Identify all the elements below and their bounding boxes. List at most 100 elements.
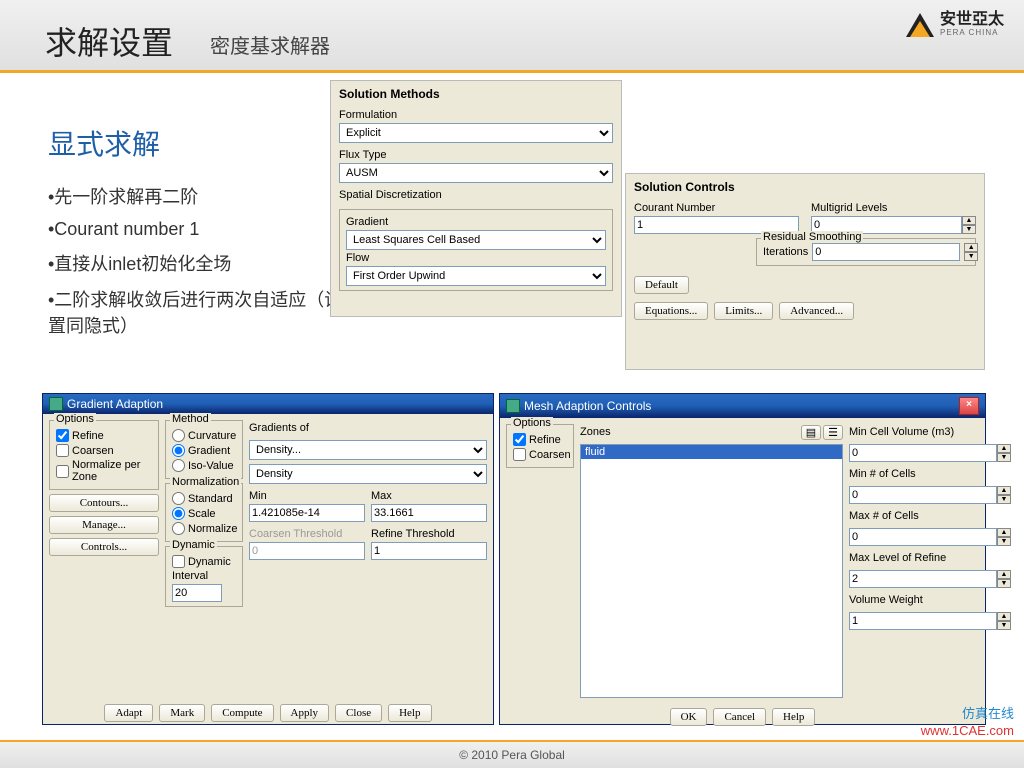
bullet-2: •Courant number 1 [48,219,358,240]
section-heading: 显式求解 [48,123,358,163]
interval-label: Interval [172,570,236,582]
courant-label: Courant Number [634,202,799,214]
normalize-radio[interactable]: Normalize [172,522,236,535]
gradients-select-1[interactable]: Density... [249,440,487,460]
footer: © 2010 Pera Global [0,740,1024,768]
bullet-3: •直接从inlet初始化全场 [48,250,358,276]
ga-options-label: Options [54,413,96,425]
refine-checkbox[interactable]: Refine [56,429,152,442]
normalization-group: Normalization Standard Scale Normalize [165,483,243,542]
gradient-select[interactable]: Least Squares Cell Based [346,230,606,250]
mxc-spin[interactable]: ▲▼ [997,528,1011,546]
ct-label: Coarsen Threshold [249,528,365,540]
cancel-button[interactable]: Cancel [713,708,766,726]
mcv-spin[interactable]: ▲▼ [997,444,1011,462]
watermark: 仿真在线 www.1CAE.com [921,706,1014,740]
controls-button[interactable]: Controls... [49,538,159,556]
close-icon[interactable]: × [959,397,979,415]
vw-input[interactable] [849,612,997,630]
gradient-radio[interactable]: Gradient [172,444,236,457]
mlr-input[interactable] [849,570,997,588]
solution-methods-panel: Solution Methods Formulation Explicit Fl… [330,80,622,317]
ga-options-group: Options Refine Coarsen Normalize per Zon… [49,420,159,490]
iterations-label: Iterations [763,246,808,258]
mac-coarsen-checkbox[interactable]: Coarsen [513,448,567,461]
isovalue-radio[interactable]: Iso-Value [172,459,236,472]
rt-label: Refine Threshold [371,528,487,540]
zones-btn-2[interactable]: ☰ [823,425,843,440]
mcv-input[interactable] [849,444,997,462]
brand-logo: 安世亞太 PERA CHINA [906,12,1004,37]
flux-label: Flux Type [339,149,613,161]
watermark-line1: 仿真在线 [921,706,1014,723]
default-button[interactable]: Default [634,276,689,294]
max-label: Max [371,490,487,502]
min-input[interactable] [249,504,365,522]
contours-button[interactable]: Contours... [49,494,159,512]
slide-header: 求解设置 密度基求解器 安世亞太 PERA CHINA [0,0,1024,73]
zones-btn-1[interactable]: ▤ [801,425,821,440]
interval-input[interactable] [172,584,222,602]
zones-label: Zones [580,426,611,438]
equations-button[interactable]: Equations... [634,302,708,320]
mnc-input[interactable] [849,486,997,504]
rs-label: Residual Smoothing [761,231,863,243]
mg-label: Multigrid Levels [811,202,976,214]
compute-button[interactable]: Compute [211,704,273,722]
mac-title: Mesh Adaption Controls [524,399,651,413]
formulation-label: Formulation [339,109,613,121]
mac-help-button[interactable]: Help [772,708,815,726]
standard-radio[interactable]: Standard [172,492,236,505]
mnc-spin[interactable]: ▲▼ [997,486,1011,504]
norm-label: Normalization [170,476,241,488]
vw-spin[interactable]: ▲▼ [997,612,1011,630]
adapt-button[interactable]: Adapt [104,704,153,722]
help-button[interactable]: Help [388,704,431,722]
watermark-line2: www.1CAE.com [921,723,1014,740]
sm-title: Solution Methods [331,81,621,107]
coarsen-checkbox[interactable]: Coarsen [56,444,152,457]
page-title: 求解设置 [45,18,173,64]
iter-spinner[interactable]: ▲▼ [964,243,978,261]
iterations-input[interactable] [812,243,960,261]
zone-item[interactable]: fluid [581,445,842,459]
mark-button[interactable]: Mark [159,704,205,722]
app-icon [49,397,63,411]
mesh-adaption-dialog: Mesh Adaption Controls × Options Refine … [499,393,986,725]
mxc-label: Max # of Cells [849,510,979,522]
scale-radio[interactable]: Scale [172,507,236,520]
mac-options-label: Options [511,417,553,429]
mg-spinner[interactable]: ▲▼ [962,216,976,234]
formulation-select[interactable]: Explicit [339,123,613,143]
slide-content: 显式求解 •先一阶求解再二阶 •Courant number 1 •直接从inl… [0,73,1024,733]
dynamic-checkbox[interactable]: Dynamic [172,555,236,568]
page-subtitle: 密度基求解器 [210,30,330,59]
ok-button[interactable]: OK [670,708,708,726]
vw-label: Volume Weight [849,594,979,606]
max-input[interactable] [371,504,487,522]
manage-button[interactable]: Manage... [49,516,159,534]
mac-refine-checkbox[interactable]: Refine [513,433,567,446]
app-icon [506,399,520,413]
sd-group: Gradient Least Squares Cell Based Flow F… [339,209,613,291]
advanced-button[interactable]: Advanced... [779,302,854,320]
apply-button[interactable]: Apply [280,704,330,722]
method-label: Method [170,413,211,425]
method-group: Method Curvature Gradient Iso-Value [165,420,243,479]
zones-listbox[interactable]: fluid [580,444,843,698]
flow-select[interactable]: First Order Upwind [346,266,606,286]
rt-input[interactable] [371,542,487,560]
gradient-label: Gradient [346,216,606,228]
close-button[interactable]: Close [335,704,382,722]
mlr-spin[interactable]: ▲▼ [997,570,1011,588]
mxc-input[interactable] [849,528,997,546]
mcv-label: Min Cell Volume (m3) [849,426,979,438]
flux-select[interactable]: AUSM [339,163,613,183]
mac-titlebar: Mesh Adaption Controls × [500,394,985,418]
normalize-checkbox[interactable]: Normalize per Zone [56,459,152,483]
curvature-radio[interactable]: Curvature [172,429,236,442]
limits-button[interactable]: Limits... [714,302,773,320]
sd-label: Spatial Discretization [339,189,613,201]
mlr-label: Max Level of Refine [849,552,979,564]
gradients-select-2[interactable]: Density [249,464,487,484]
